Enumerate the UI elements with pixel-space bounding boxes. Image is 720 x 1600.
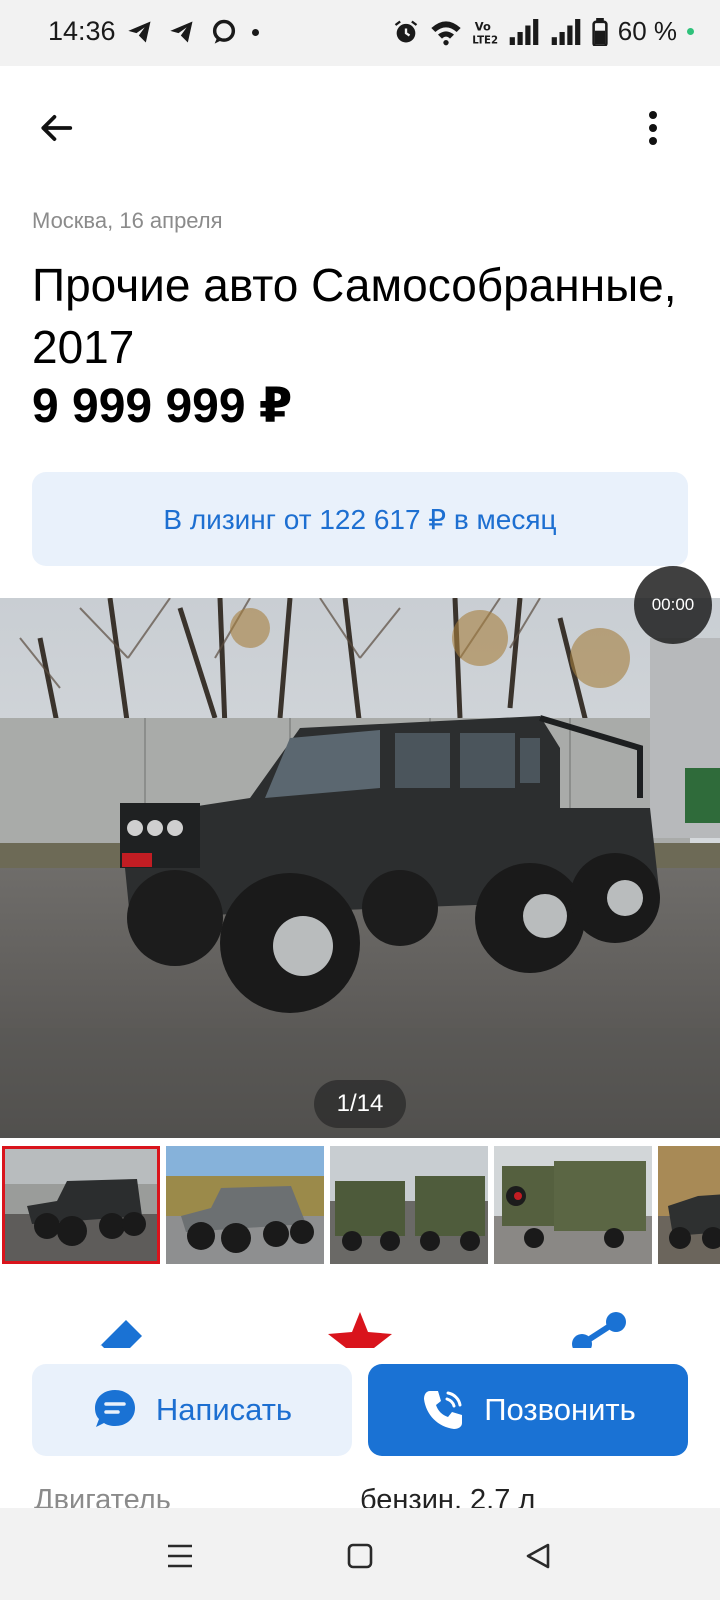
vehicle-photo [0,598,720,1138]
quick-actions-row [0,1300,720,1348]
volte-icon: Vo LTE2 [472,19,498,46]
system-nav-bar [0,1508,720,1600]
thumbnail-image [658,1146,720,1264]
spec-label: Двигатель [34,1484,171,1508]
arrow-left-icon [41,115,73,141]
call-button[interactable]: Позвонить [368,1364,688,1456]
thumbnail-5[interactable] [658,1146,720,1264]
thumbnail-image [166,1146,324,1264]
more-options-button[interactable] [638,102,668,154]
notification-dot-icon [252,28,259,36]
favorite-star-icon[interactable] [326,1310,394,1348]
menu-lines-icon [168,1544,192,1568]
spec-row: Двигатель бензин, 2.7 л [0,1474,720,1508]
thumbnail-image [494,1146,652,1264]
leasing-button[interactable]: В лизинг от 122 617 ₽ в месяц [32,472,688,566]
photo-gallery[interactable] [0,598,720,1138]
telegram-icon [128,21,151,43]
wifi-icon [431,20,461,45]
system-back-button[interactable] [518,1536,558,1576]
phone-icon [424,1391,463,1429]
photo-counter: 1/14 [314,1080,406,1128]
status-time: 14:36 [48,16,116,46]
telegram-icon [170,21,193,43]
call-label: Позвонить [484,1392,636,1427]
thumbnail-image [2,1146,160,1264]
listing-title: Прочие авто Самособранные, 2017 [32,259,677,373]
svg-text:LTE2: LTE2 [472,35,498,46]
listing-price: 9 999 999 ₽ [32,380,293,433]
privacy-dot-icon [687,28,694,35]
thumbnail-3[interactable] [330,1146,488,1264]
home-button[interactable] [340,1536,380,1576]
status-bar: 14:36 Vo LTE2 60 % [0,0,720,66]
note-icon[interactable] [96,1310,152,1348]
recent-apps-button[interactable] [160,1536,200,1576]
back-button[interactable] [30,102,82,154]
signal-icon [551,18,581,45]
alarm-icon [394,20,417,42]
square-icon [347,1543,373,1569]
write-message-button[interactable]: Написать [32,1364,352,1456]
thumbnail-4[interactable] [494,1146,652,1264]
video-timer-badge[interactable]: 00:00 [634,566,712,644]
signal-icon [509,18,539,45]
svg-text:Vo: Vo [475,19,491,33]
thumbnail-image [330,1146,488,1264]
share-icon[interactable] [570,1310,630,1348]
battery-icon [592,17,608,46]
thumbnail-2[interactable] [166,1146,324,1264]
location-date: Москва, 16 апреля [32,208,223,233]
app-header [0,66,720,184]
write-message-label: Написать [155,1392,293,1427]
chat-bubble-icon [94,1390,135,1427]
triangle-back-icon [526,1543,550,1569]
more-vertical-icon [649,111,657,145]
battery-percent: 60 % [617,16,677,46]
chat-icon [212,19,236,44]
spec-value: бензин, 2.7 л [360,1484,536,1508]
thumbnail-1[interactable] [2,1146,160,1264]
thumbnail-strip[interactable] [0,1146,720,1266]
